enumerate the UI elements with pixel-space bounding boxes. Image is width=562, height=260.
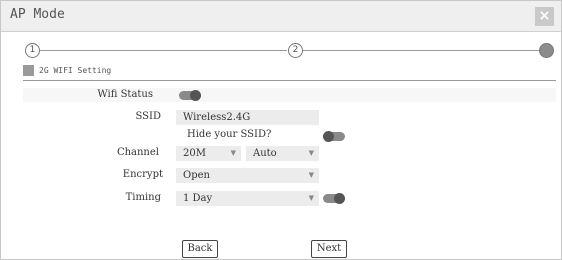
close-icon[interactable]: × (535, 7, 554, 26)
section-title: 2G WIFI Setting (39, 65, 112, 75)
toggle-knob (190, 90, 201, 101)
ssid-label: SSID (135, 111, 162, 122)
timing-value: 1 Day (183, 193, 213, 204)
toggle-knob (323, 131, 334, 142)
channel-value: Auto (253, 148, 277, 159)
step-connector (302, 50, 539, 51)
step-2-indicator: 2 (288, 43, 303, 58)
channel-select[interactable]: Auto ▼ (246, 146, 319, 161)
section-header: 2G WIFI Setting (23, 64, 111, 76)
channel-label: Channel (116, 147, 159, 158)
back-button[interactable]: Back (182, 240, 218, 258)
section-divider (23, 80, 556, 81)
toggle-knob (334, 193, 345, 204)
chevron-down-icon: ▼ (308, 171, 314, 179)
wifi-status-toggle[interactable] (179, 90, 201, 101)
encrypt-select[interactable]: Open ▼ (176, 168, 319, 183)
step-3-indicator: 3 (539, 43, 554, 58)
chevron-down-icon: ▼ (308, 194, 314, 202)
chevron-down-icon: ▼ (230, 149, 236, 157)
ap-mode-dialog: AP Mode × 1 2 3 2G WIFI Setting Wifi Sta… (0, 0, 562, 260)
channel-width-select[interactable]: 20M ▼ (176, 146, 241, 161)
timing-toggle[interactable] (323, 193, 345, 204)
section-marker-icon (23, 64, 34, 76)
title-bar: AP Mode × (1, 1, 561, 32)
timing-select[interactable]: 1 Day ▼ (176, 191, 319, 206)
step-connector (39, 50, 287, 51)
wifi-status-label: Wifi Status (97, 89, 153, 100)
step-1-indicator: 1 (25, 43, 40, 58)
hide-ssid-toggle[interactable] (323, 131, 345, 142)
encrypt-value: Open (183, 170, 210, 181)
ssid-input[interactable]: Wireless2.4G (176, 110, 319, 125)
timing-label: Timing (125, 192, 161, 203)
next-button[interactable]: Next (311, 240, 347, 258)
hide-ssid-label: Hide your SSID? (187, 129, 272, 140)
chevron-down-icon: ▼ (308, 149, 314, 157)
dialog-title: AP Mode (10, 7, 65, 22)
channel-width-value: 20M (183, 148, 206, 159)
encrypt-label: Encrypt (122, 169, 163, 180)
